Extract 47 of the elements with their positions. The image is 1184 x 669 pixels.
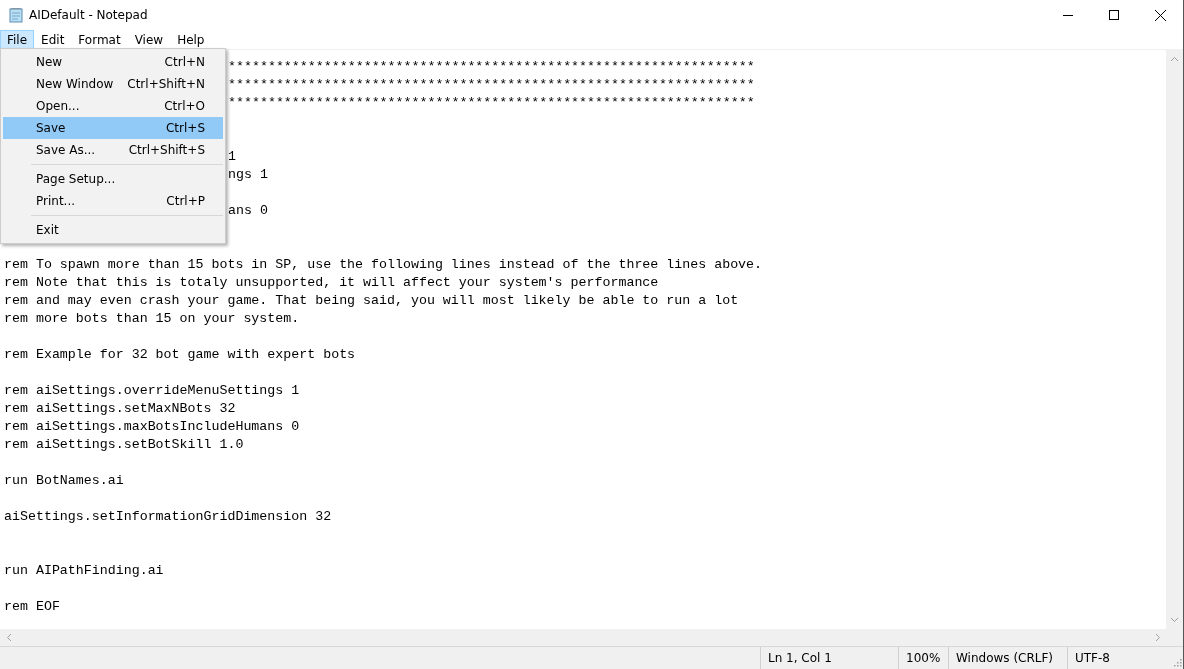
close-icon [1154, 9, 1166, 21]
text-line: run AIPathFinding.ai [4, 563, 164, 578]
menu-entry[interactable]: Save As... Ctrl+Shift+S [3, 139, 223, 161]
vertical-scrollbar[interactable] [1166, 50, 1183, 629]
status-text: Ln 1, Col 1 [760, 647, 898, 669]
text-line: ans 0 [228, 203, 268, 218]
menu-item[interactable]: View [127, 30, 171, 49]
window-title: AIDefault - Notepad [29, 8, 149, 22]
menu-entry[interactable]: Exit [3, 219, 223, 241]
resize-grip-icon[interactable] [1172, 657, 1182, 667]
text-line: ngs 1 [228, 167, 268, 182]
text-line: rem aiSettings.overrideMenuSettings 1 [4, 383, 300, 398]
menu-entry[interactable]: Print... Ctrl+P [3, 190, 223, 212]
scroll-up-icon[interactable] [1170, 56, 1179, 62]
text-line: rem aiSettings.setMaxNBots 32 [4, 401, 236, 416]
menu-entry[interactable]: New Window Ctrl+Shift+N [3, 73, 223, 95]
status-text: Windows (CRLF) [948, 647, 1067, 669]
text-line: rem aiSettings.setBotSkill 1.0 [4, 437, 244, 452]
text-line: rem more bots than 15 on your system. [4, 311, 300, 326]
text-line: ****************************************************************** [228, 59, 755, 74]
scroll-down-icon[interactable] [1170, 617, 1179, 623]
text-line: rem EOF [4, 599, 60, 614]
text-line: ****************************************************************** [228, 77, 755, 92]
maximize-icon [1109, 10, 1119, 20]
menu-item[interactable]: File [0, 30, 35, 49]
text-line: ****************************************************************** [228, 95, 755, 110]
text-line: rem aiSettings.maxBotsIncludeHumans 0 [4, 419, 300, 434]
menu-entry[interactable]: New Ctrl+N [3, 51, 223, 73]
scroll-right-icon[interactable] [1155, 633, 1161, 642]
scroll-left-icon[interactable] [6, 633, 12, 642]
menu-item[interactable]: Edit [34, 30, 72, 49]
menu-entry[interactable]: Page Setup... [3, 168, 223, 190]
text-line: rem Note that this is totaly unsupported, it will affect your system's performance [4, 275, 659, 290]
menu-item[interactable]: Format [71, 30, 128, 49]
status-text: 100% [898, 647, 948, 669]
text-line: run BotNames.ai [4, 473, 124, 488]
text-line: 1 [228, 149, 236, 164]
text-line: rem and may even crash your game. That being said, you will most likely be able to run a lot [4, 293, 739, 308]
text-line: rem To spawn more than 15 bots in SP, use the following lines instead of the three lines above. [4, 257, 763, 272]
menu-entry[interactable]: Open... Ctrl+O [3, 95, 223, 117]
notepad-icon [8, 7, 24, 23]
text-line: aiSettings.setInformationGridDimension 32 [4, 509, 332, 524]
menu-entry[interactable]: Save Ctrl+S [3, 117, 223, 139]
horizontal-scrollbar[interactable] [0, 629, 1183, 646]
menu-item[interactable]: Help [170, 30, 212, 49]
status-text: UTF-8 [1067, 647, 1172, 669]
text-line: rem Example for 32 bot game with expert bots [4, 347, 356, 362]
